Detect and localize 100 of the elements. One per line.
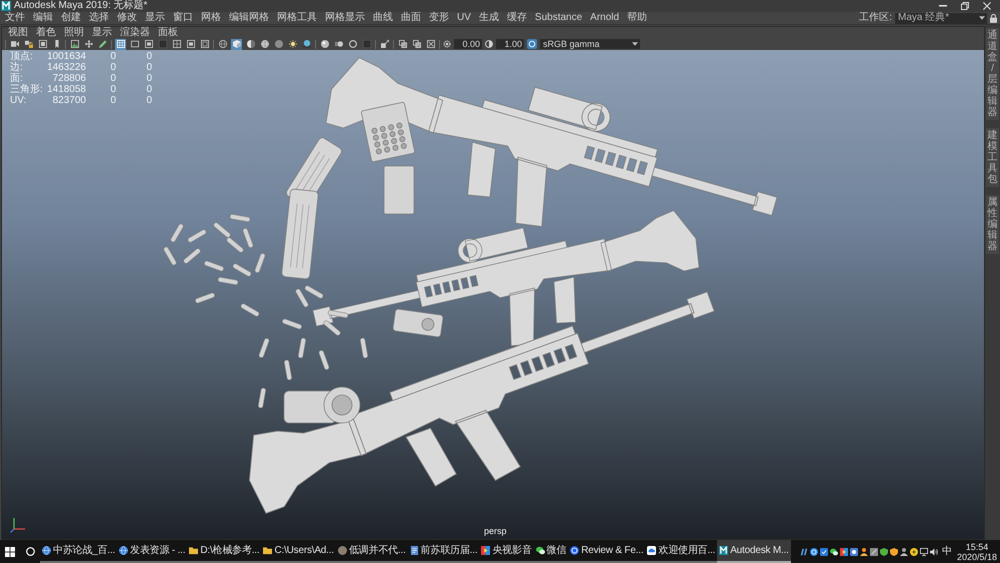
sun-button[interactable] xyxy=(287,38,298,50)
camera-lock-icon xyxy=(24,40,32,48)
minimize-icon[interactable] xyxy=(939,5,947,7)
slash-tile-icon[interactable] xyxy=(870,548,878,556)
panel-menu-item[interactable]: 面板 xyxy=(154,28,182,38)
close-icon[interactable] xyxy=(983,2,991,10)
menu-item[interactable]: 文件 xyxy=(1,13,29,23)
pencil-button[interactable] xyxy=(97,38,108,50)
3d-viewport[interactable]: 顶点: 1001634 0 0 边: 1463226 0 0 面: 728806 0 0 三角形: 1418058 0 0 UV: 823700 0 0 persp xyxy=(2,50,984,539)
camera-lock-button[interactable] xyxy=(23,38,34,50)
split-frame-button[interactable] xyxy=(171,38,182,50)
dot-tile-icon[interactable] xyxy=(850,548,858,556)
frame-button[interactable] xyxy=(129,38,140,50)
taskbar-item[interactable]: Review & Fe... xyxy=(568,540,646,563)
grid-button[interactable] xyxy=(115,38,126,50)
shaded-ball-button[interactable] xyxy=(319,38,330,50)
checkmark-tile-icon[interactable] xyxy=(820,548,828,556)
taskbar-item[interactable]: 发表资源 - ... xyxy=(117,540,188,563)
bookmark-icon xyxy=(52,40,60,48)
menu-item[interactable]: 编辑网格 xyxy=(225,13,273,23)
play-tile-icon[interactable] xyxy=(840,548,848,556)
circle-logo-icon[interactable] xyxy=(810,548,818,556)
color-management-icon[interactable] xyxy=(527,39,537,49)
framed-square-button[interactable] xyxy=(37,38,48,50)
person-icon[interactable] xyxy=(860,548,868,556)
input-method-indicator[interactable]: 中 xyxy=(942,546,952,556)
gamma-field[interactable]: 1.00 xyxy=(496,39,524,49)
menu-item[interactable]: 网格工具 xyxy=(273,13,321,23)
restore-icon[interactable] xyxy=(961,2,969,10)
half-shaded-sphere-button[interactable] xyxy=(245,38,256,50)
menu-item[interactable]: 选择 xyxy=(85,13,113,23)
camera-button[interactable] xyxy=(9,38,20,50)
arrow-square-button[interactable] xyxy=(379,38,390,50)
case-model xyxy=(384,166,414,214)
menu-item[interactable]: 窗口 xyxy=(169,13,197,23)
taskbar-item[interactable]: 微信 xyxy=(534,540,568,563)
workspace-label: 工作区: xyxy=(859,13,892,23)
taskbar-item[interactable]: Autodesk M... xyxy=(717,540,791,563)
ring-icon[interactable] xyxy=(26,547,34,556)
lock-icon[interactable] xyxy=(990,14,997,22)
panel-menu-item[interactable]: 视图 xyxy=(4,28,32,38)
framed-rectangle-button[interactable] xyxy=(185,38,196,50)
half-circle-icon[interactable] xyxy=(485,40,493,48)
overlap-squares-button[interactable] xyxy=(411,38,422,50)
menu-item[interactable]: 曲线 xyxy=(369,13,397,23)
taskbar-item[interactable]: 央视影音 xyxy=(479,540,534,563)
menu-item[interactable]: 网格 xyxy=(197,13,225,23)
taskbar-item[interactable]: 前苏联历届... xyxy=(408,540,480,563)
taskbar-item[interactable]: 中苏论战_百... xyxy=(40,540,118,563)
menu-item[interactable]: 缓存 xyxy=(502,13,531,23)
menu-item[interactable]: 帮助 xyxy=(623,13,652,23)
pan-zoom-button[interactable] xyxy=(83,38,94,50)
menu-item[interactable]: Arnold xyxy=(586,13,624,23)
panel-menu-item[interactable]: 显示 xyxy=(88,28,116,38)
framed-rectangle-button[interactable] xyxy=(143,38,154,50)
workspace-dropdown[interactable]: Maya 经典* xyxy=(895,12,987,24)
exposure-field[interactable]: 0.00 xyxy=(454,39,482,49)
motion-blur-button[interactable] xyxy=(333,38,344,50)
gear-icon[interactable] xyxy=(443,40,451,48)
panel-menu-item[interactable]: 渲染器 xyxy=(116,28,154,38)
monitor-icon[interactable] xyxy=(920,548,928,556)
side-tab[interactable]: 属性编辑器 xyxy=(986,195,999,254)
person-icon[interactable] xyxy=(900,548,908,556)
side-tab[interactable]: 通道盒/层编辑器 xyxy=(986,28,999,120)
panel-menu-item[interactable]: 着色 xyxy=(32,28,60,38)
image-button[interactable] xyxy=(69,38,80,50)
menu-item[interactable]: 修改 xyxy=(113,13,141,23)
menu-item[interactable]: 变形 xyxy=(425,13,453,23)
menu-item[interactable]: 生成 xyxy=(474,13,503,23)
taskbar-item[interactable]: D:\枪械参考... xyxy=(187,540,262,563)
color-space-dropdown[interactable]: sRGB gamma xyxy=(540,39,640,49)
crossed-square-button[interactable] xyxy=(425,38,436,50)
shaded-cube-button[interactable] xyxy=(231,38,242,50)
taskbar-item[interactable]: 低调并不代... xyxy=(336,540,408,563)
panel-menu-item[interactable]: 照明 xyxy=(60,28,88,38)
overlap-squares-button[interactable] xyxy=(397,38,408,50)
menu-item[interactable]: UV xyxy=(453,13,475,23)
side-tab[interactable]: 建模工具包 xyxy=(986,128,999,187)
clock-date[interactable]: 2020/5/18 xyxy=(956,552,997,562)
windows-logo-icon[interactable] xyxy=(5,546,15,556)
menu-item[interactable]: Substance xyxy=(530,13,586,23)
speaker-icon[interactable] xyxy=(930,548,938,556)
nested-frame-button[interactable] xyxy=(199,38,210,50)
menu-item[interactable]: 显示 xyxy=(141,13,169,23)
menu-item[interactable]: 编辑 xyxy=(29,13,57,23)
plus-circle-icon[interactable] xyxy=(910,548,918,556)
ring-button[interactable] xyxy=(347,38,358,50)
clock-time[interactable]: 15:54 xyxy=(966,542,988,552)
wire-shaded-sphere-button[interactable] xyxy=(259,38,270,50)
chat-bubbles-icon[interactable] xyxy=(830,548,838,556)
menu-item[interactable]: 创建 xyxy=(57,13,85,23)
menu-item[interactable]: 网格显示 xyxy=(321,13,369,23)
sphere-button[interactable] xyxy=(273,38,284,50)
slashes-icon[interactable] xyxy=(800,548,808,556)
wireframe-sphere-button[interactable] xyxy=(217,38,228,50)
taskbar-item[interactable]: C:\Users\Ad... xyxy=(261,540,336,563)
shadow-sphere-button[interactable] xyxy=(301,38,312,50)
menu-item[interactable]: 曲面 xyxy=(397,13,425,23)
play-tile-icon xyxy=(481,546,490,555)
shadow-sphere-icon xyxy=(302,40,310,48)
